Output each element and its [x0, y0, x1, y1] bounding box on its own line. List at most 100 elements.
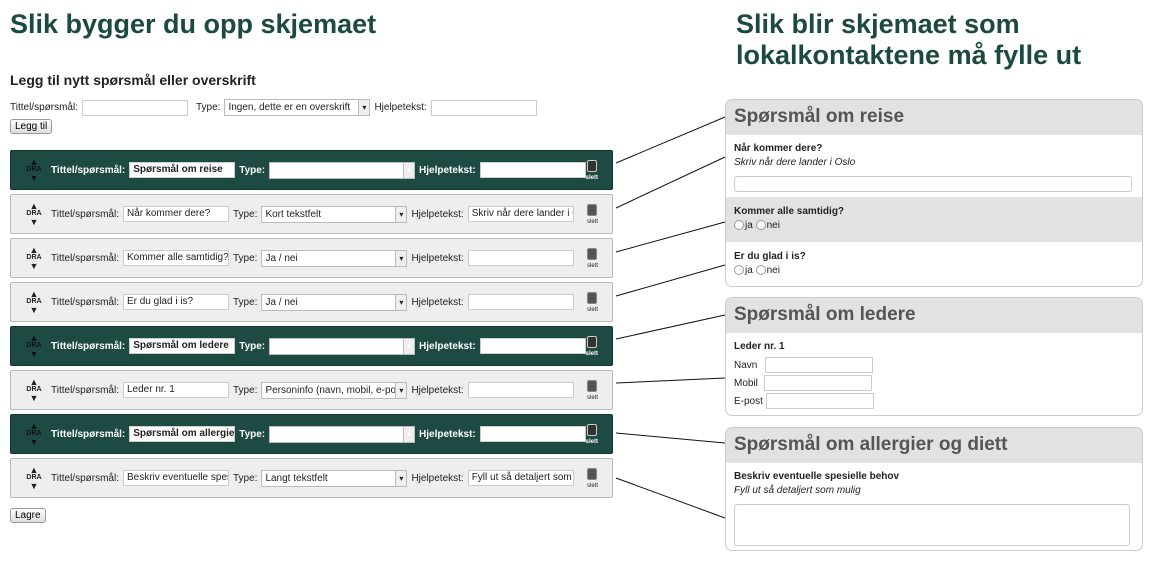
preview-panel-allergies: Spørsmål om allergier og diett Beskriv e… [725, 427, 1143, 551]
help-input[interactable]: Fyll ut så detaljert som m [467, 470, 574, 486]
drag-handle-icon[interactable]: ▲ DRA ▼ [21, 246, 47, 271]
radio-no-label: nei [766, 220, 780, 231]
drag-handle-icon[interactable]: ▲ DRA ▼ [21, 202, 47, 227]
type-label: Type: [232, 384, 258, 396]
connector-line [615, 432, 726, 444]
radio-no[interactable] [755, 265, 766, 276]
delete-label: slett [585, 174, 599, 181]
builder-heading: Slik bygger du opp skjemaet [10, 9, 377, 39]
title-label: Tittel/spørsmål: [50, 164, 126, 176]
title-input[interactable]: Spørsmål om ledere [129, 338, 236, 354]
drag-handle-icon[interactable]: ▲ DRA ▼ [21, 378, 47, 403]
help-label: Hjelpetekst: [411, 384, 464, 396]
delete-button[interactable]: slett [587, 467, 598, 489]
type-label: Type: [195, 102, 221, 113]
delete-button[interactable]: slett [585, 159, 599, 181]
help-input[interactable]: Skriv når dere lander i Os [467, 206, 574, 222]
preview-heading: Slik blir skjemaet som lokalkontaktene m… [736, 9, 1082, 70]
title-label: Tittel/spørsmål: [10, 102, 78, 113]
delete-button[interactable]: slett [586, 291, 598, 313]
help-label: Hjelpetekst: [374, 102, 427, 113]
drag-handle-icon[interactable]: ▲ DRA ▼ [21, 422, 47, 447]
question-label: Er du glad i is? [734, 251, 806, 262]
title-input[interactable]: Når kommer dere? [122, 206, 229, 222]
trash-icon [587, 291, 598, 304]
radio-yes-label: ja [745, 265, 753, 276]
help-label: Hjelpetekst: [419, 428, 476, 440]
save-button[interactable]: Lagre [10, 508, 46, 523]
drag-handle-icon[interactable]: ▲ DRA ▼ [21, 158, 47, 183]
help-input[interactable] [479, 338, 586, 354]
title-input[interactable]: Leder nr. 1 [122, 382, 229, 398]
connector-line [615, 264, 726, 297]
title-input[interactable]: Er du glad i is? [122, 294, 229, 310]
type-select[interactable]: Ja / nei [261, 293, 408, 311]
type-select[interactable]: Langt tekstfelt [261, 469, 408, 487]
trash-icon [587, 247, 598, 260]
title-label: Tittel/spørsmål: [50, 340, 126, 352]
type-select[interactable]: Personinfo (navn, mobil, e-post) [261, 381, 408, 399]
radio-yes[interactable] [734, 265, 744, 276]
delete-label: slett [586, 306, 598, 313]
type-label: Type: [239, 340, 266, 352]
answer-input[interactable] [734, 176, 1132, 192]
delete-button[interactable]: slett [587, 203, 598, 225]
trash-icon [586, 159, 597, 172]
trash-icon [586, 335, 597, 348]
new-help-input[interactable] [430, 99, 537, 116]
type-select[interactable]: Ingen, dette er en overskrift [269, 425, 416, 443]
title-input[interactable]: Kommer alle samtidig? [122, 250, 229, 266]
radio-no-label: nei [766, 265, 780, 276]
drag-handle-icon[interactable]: ▲ DRA ▼ [21, 466, 47, 491]
drag-handle-icon[interactable]: ▲ DRA ▼ [21, 334, 47, 359]
new-title-input[interactable] [81, 99, 188, 116]
title-input[interactable]: Beskriv eventuelle spesie [122, 470, 229, 486]
type-select[interactable]: Ingen, dette er en overskrift [269, 337, 416, 355]
title-input[interactable]: Spørsmål om reise [129, 162, 236, 178]
radio-yes-label: ja [745, 220, 753, 231]
trash-icon [587, 379, 598, 392]
name-input[interactable] [765, 357, 874, 373]
connector-line [615, 156, 726, 209]
delete-button[interactable]: slett [586, 379, 598, 401]
type-select[interactable]: Ingen, dette er en overskrift [269, 161, 416, 179]
question-row: ▲ DRA ▼ Tittel/spørsmål: Beskriv eventuell… [10, 458, 613, 498]
connector-line [615, 377, 726, 384]
delete-button[interactable]: slett [586, 335, 598, 357]
title-label: Tittel/spørsmål: [51, 252, 119, 264]
email-input[interactable] [765, 393, 874, 409]
type-label: Type: [239, 428, 266, 440]
title-label: Tittel/spørsmål: [51, 472, 119, 484]
delete-button[interactable]: slett [586, 423, 598, 445]
help-label: Hjelpetekst: [411, 252, 464, 264]
answer-textarea[interactable] [734, 504, 1130, 546]
new-type-select[interactable]: Ingen, dette er en overskrift [224, 99, 371, 116]
delete-label: slett [586, 394, 598, 401]
radio-no[interactable] [755, 220, 766, 231]
mobile-label: Mobil [734, 377, 758, 389]
question-label: Beskriv eventuelle spesielle behov [734, 471, 900, 482]
help-input[interactable] [479, 162, 586, 178]
type-select[interactable]: Ja / nei [261, 249, 408, 267]
trash-icon [587, 203, 598, 216]
mobile-input[interactable] [763, 375, 872, 391]
radio-yes[interactable] [734, 220, 744, 231]
question-row: ▲ DRA ▼ Tittel/spørsmål: Er du glad i is? … [10, 282, 613, 322]
delete-button[interactable]: slett [587, 247, 598, 269]
help-label: Hjelpetekst: [411, 208, 464, 220]
help-input[interactable] [479, 426, 586, 442]
help-input[interactable] [467, 250, 574, 266]
add-button[interactable]: Legg til [10, 119, 53, 134]
help-input[interactable] [467, 382, 574, 398]
type-select[interactable]: Kort tekstfelt [261, 205, 408, 223]
heading-row: ▲ DRA ▼ Tittel/spørsmål: Spørsmål om reise… [10, 150, 613, 190]
help-input[interactable] [467, 294, 574, 310]
type-label: Type: [232, 252, 258, 264]
preview-panel-travel: Spørsmål om reise Når kommer dere? Skriv… [725, 99, 1143, 287]
panel-title: Spørsmål om ledere [726, 298, 1142, 333]
title-input[interactable]: Spørsmål om allergier og [129, 426, 236, 442]
drag-handle-icon[interactable]: ▲ DRA ▼ [21, 290, 47, 315]
title-label: Tittel/spørsmål: [51, 208, 119, 220]
title-label: Tittel/spørsmål: [51, 384, 119, 396]
help-label: Hjelpetekst: [419, 164, 476, 176]
